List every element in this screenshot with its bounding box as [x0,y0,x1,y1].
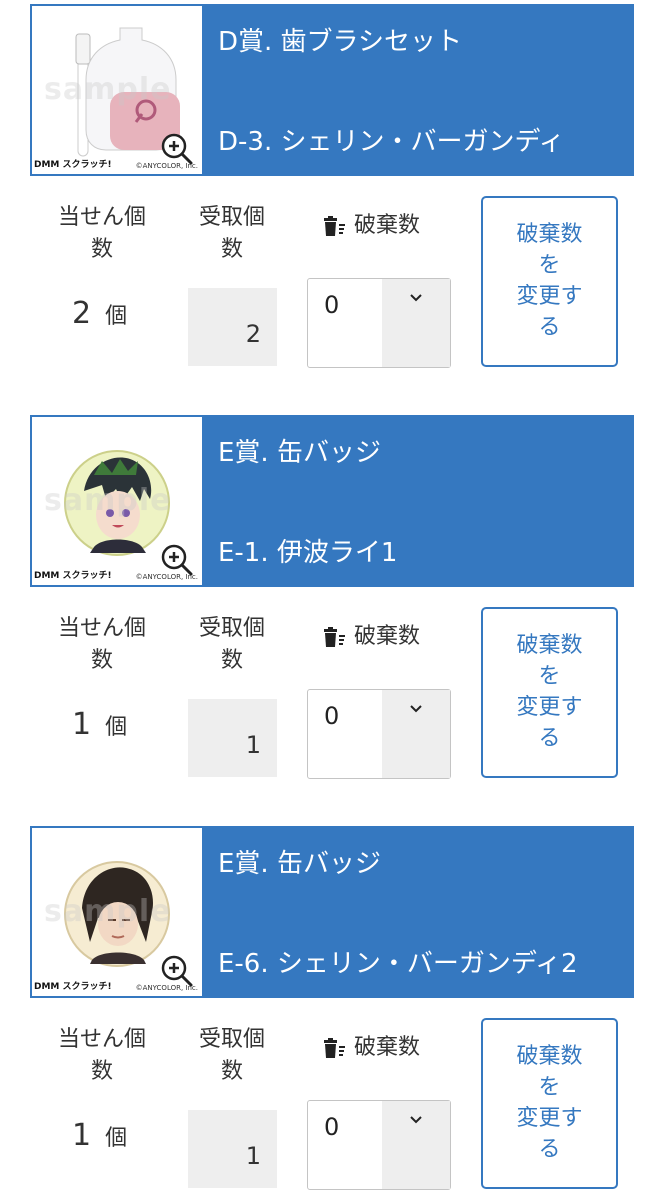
received-count-label: 受取個数 [198,205,265,262]
prize-variant: E-1. 伊波ライ1 [218,538,398,568]
trash-icon [324,1038,345,1058]
received-count-label: 受取個数 [198,616,265,673]
copyright-text: ©ANYCOLOR, Inc. [135,573,198,581]
change-discard-button[interactable]: 破棄数 を 変更す る [481,196,618,367]
sample-watermark: sample [44,483,172,518]
discard-count-select[interactable]: 0 [307,278,451,368]
won-count-value: 1個 [72,707,128,742]
won-count-label: 当せん個数 [57,1027,146,1084]
change-discard-button[interactable]: 破棄数 を 変更す る [481,607,618,778]
brand-logo: DMM スクラッチ! [34,160,112,170]
zoom-in-icon[interactable] [160,954,194,988]
discard-count-label: 破棄数 [322,210,452,242]
discard-count-label: 破棄数 [322,621,452,653]
discard-count-label: 破棄数 [322,1032,452,1064]
brand-logo: DMM スクラッチ! [34,571,112,581]
change-discard-button[interactable]: 破棄数 を 変更す る [481,1018,618,1189]
copyright-text: ©ANYCOLOR, Inc. [135,162,198,170]
copyright-text: ©ANYCOLOR, Inc. [135,984,198,992]
zoom-in-icon[interactable] [160,543,194,577]
product-thumbnail[interactable]: sample DMM スクラッチ! ©ANYCOLOR, Inc. [32,417,202,585]
brand-logo: DMM スクラッチ! [34,982,112,992]
won-count-label: 当せん個数 [57,205,146,262]
prize-title: E賞. 缶バッジ [218,849,381,879]
won-count-value: 2個 [72,296,128,331]
prize-banner[interactable]: sample DMM スクラッチ! ©ANYCOLOR, Inc. E賞. 缶バ… [30,826,634,998]
discard-count-select[interactable]: 0 [307,1100,451,1190]
trash-icon [324,627,345,647]
won-count-label: 当せん個数 [57,616,146,673]
sample-watermark: sample [44,72,172,107]
chevron-down-icon [410,1116,422,1124]
sample-watermark: sample [44,894,172,929]
chevron-down-icon [410,705,422,713]
zoom-in-icon[interactable] [160,132,194,166]
prize-title: D賞. 歯ブラシセット [218,27,463,57]
won-count-value: 1個 [72,1118,128,1153]
product-thumbnail[interactable]: sample DMM スクラッチ! ©ANYCOLOR, Inc. [32,828,202,996]
trash-icon [324,216,345,236]
received-count-label: 受取個数 [198,1027,265,1084]
received-count-field[interactable]: 1 [188,699,277,777]
prize-title: E賞. 缶バッジ [218,438,381,468]
prize-variant: D-3. シェリン・バーガンディ [218,127,565,157]
prize-variant: E-6. シェリン・バーガンディ2 [218,949,578,979]
product-thumbnail[interactable]: sample DMM スクラッチ! ©ANYCOLOR, Inc. [32,6,202,174]
received-count-field[interactable]: 2 [188,288,277,366]
prize-banner[interactable]: sample DMM スクラッチ! ©ANYCOLOR, Inc. E賞. 缶バ… [30,415,634,587]
received-count-field[interactable]: 1 [188,1110,277,1188]
chevron-down-icon [410,294,422,302]
discard-count-select[interactable]: 0 [307,689,451,779]
prize-banner[interactable]: sample DMM スクラッチ! ©ANYCOLOR, Inc. D賞. 歯ブ… [30,4,634,176]
